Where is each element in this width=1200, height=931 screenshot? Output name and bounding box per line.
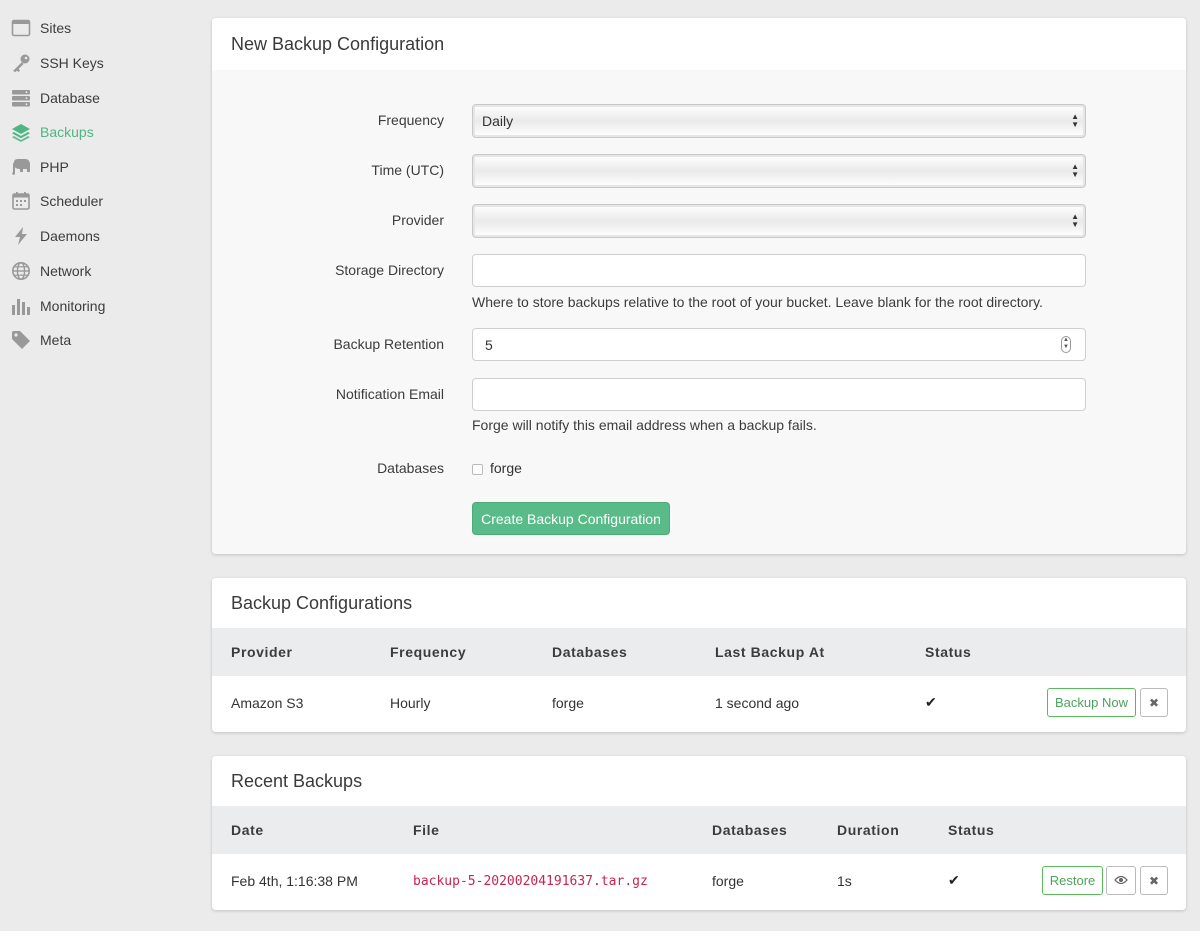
restore-button[interactable]: Restore (1042, 866, 1103, 895)
time-label: Time (UTC) (371, 162, 444, 178)
sidebar-item-backups[interactable]: Backups (0, 118, 190, 146)
sidebar-item-label: Daemons (40, 228, 100, 244)
calendar-icon (10, 190, 32, 212)
sidebar-item-sites[interactable]: Sites (0, 14, 190, 42)
database-checkbox-forge[interactable] (472, 464, 483, 475)
table-header: Provider Frequency Databases Last Backup… (212, 628, 1186, 676)
sidebar-item-label: Backups (40, 124, 94, 140)
sidebar-item-label: Monitoring (40, 298, 106, 314)
backup-configurations-panel: Backup Configurations Provider Frequency… (212, 578, 1186, 732)
database-checkbox-label: forge (490, 460, 522, 476)
sidebar-item-label: SSH Keys (40, 55, 104, 71)
provider-label: Provider (391, 212, 444, 228)
sidebar-item-label: PHP (40, 159, 69, 175)
sidebar-item-label: Scheduler (40, 193, 104, 209)
backup-retention-value: 5 (485, 336, 493, 353)
storage-directory-label: Storage Directory (335, 262, 444, 278)
notification-email-label: Notification Email (335, 386, 444, 402)
sidebar-item-label: Network (40, 263, 92, 279)
delete-backup-button[interactable]: ✖ (1140, 866, 1168, 895)
globe-icon (10, 260, 32, 282)
column-header: Duration (837, 822, 900, 838)
databases-cell: forge (552, 695, 584, 711)
key-icon (10, 52, 32, 74)
new-backup-form: Frequency Daily ▲ ▼ Time (UTC) ▲ ▼ Provide… (212, 70, 1186, 554)
close-icon: ✖ (1148, 695, 1160, 710)
sidebar-item-network[interactable]: Network (0, 257, 190, 285)
duration-cell: 1s (837, 873, 852, 889)
bar-chart-icon (10, 295, 32, 317)
table-header: Date File Databases Duration Status (212, 806, 1186, 854)
time-select[interactable]: ▲ ▼ (472, 154, 1086, 188)
table-row: Feb 4th, 1:16:38 PM backup-5-20200204191… (212, 854, 1186, 910)
select-arrows-icon: ▲ ▼ (1071, 112, 1079, 129)
table-row: Amazon S3 Hourly forge 1 second ago ✔ Ba… (212, 676, 1186, 732)
sidebar-item-meta[interactable]: Meta (0, 326, 190, 354)
eye-icon (1114, 874, 1128, 888)
date-cell: Feb 4th, 1:16:38 PM (231, 873, 358, 889)
panel-title: New Backup Configuration (212, 18, 1186, 70)
panel-title: Recent Backups (212, 756, 1186, 806)
sidebar-item-database[interactable]: Database (0, 84, 190, 112)
database-icon (10, 87, 32, 109)
new-backup-panel: New Backup Configuration Frequency Daily… (212, 18, 1186, 554)
backup-now-button[interactable]: Backup Now (1047, 688, 1136, 717)
file-cell: backup-5-20200204191637.tar.gz (413, 874, 648, 889)
sidebar-item-php[interactable]: PHP (0, 153, 190, 181)
number-spinner-icon[interactable]: ▲ ▼ (1061, 336, 1071, 353)
column-header: Databases (712, 822, 788, 838)
select-arrows-icon: ▲ ▼ (1071, 212, 1079, 229)
notification-email-input[interactable] (472, 378, 1086, 411)
sidebar-item-scheduler[interactable]: Scheduler (0, 187, 190, 215)
column-header: Status (948, 822, 995, 838)
column-header: File (413, 822, 440, 838)
provider-select[interactable]: ▲ ▼ (472, 204, 1086, 238)
status-check-icon: ✔ (925, 694, 937, 710)
sidebar-item-monitoring[interactable]: Monitoring (0, 292, 190, 320)
frequency-select[interactable]: Daily ▲ ▼ (472, 104, 1086, 138)
notification-email-help: Forge will notify this email address whe… (472, 417, 817, 433)
provider-cell: Amazon S3 (231, 695, 304, 711)
recent-backups-panel: Recent Backups Date File Databases Durat… (212, 756, 1186, 910)
storage-directory-help: Where to store backups relative to the r… (472, 294, 1043, 310)
frequency-label: Frequency (377, 112, 444, 128)
sidebar-item-label: Meta (40, 332, 72, 348)
databases-cell: forge (712, 873, 744, 889)
sidebar-item-daemons[interactable]: Daemons (0, 222, 190, 250)
panel-title: Backup Configurations (212, 578, 1186, 628)
close-icon: ✖ (1148, 873, 1160, 888)
backup-retention-input[interactable]: 5 ▲ ▼ (472, 328, 1086, 361)
sidebar-item-ssh-keys[interactable]: SSH Keys (0, 49, 190, 77)
lightning-icon (10, 225, 32, 247)
select-arrows-icon: ▲ ▼ (1071, 162, 1079, 179)
column-header: Provider (231, 644, 293, 660)
browser-window-icon (10, 17, 32, 39)
frequency-select-value: Daily (482, 113, 514, 129)
layers-icon (10, 121, 32, 143)
sidebar-item-label: Database (40, 90, 100, 106)
sidebar-item-label: Sites (40, 20, 72, 36)
elephant-icon (10, 156, 32, 178)
frequency-cell: Hourly (390, 695, 431, 711)
delete-configuration-button[interactable]: ✖ (1140, 688, 1168, 717)
view-backup-button[interactable] (1106, 866, 1136, 895)
column-header: Status (925, 644, 972, 660)
column-header: Last Backup At (715, 644, 825, 660)
column-header: Databases (552, 644, 628, 660)
status-check-icon: ✔ (948, 872, 960, 888)
tag-icon (10, 329, 32, 351)
last-backup-cell: 1 second ago (715, 695, 800, 711)
create-backup-configuration-button[interactable]: Create Backup Configuration (472, 502, 670, 535)
column-header: Date (231, 822, 264, 838)
storage-directory-input[interactable] (472, 254, 1086, 287)
column-header: Frequency (390, 644, 467, 660)
databases-label: Databases (377, 460, 444, 476)
backup-retention-label: Backup Retention (333, 336, 444, 352)
